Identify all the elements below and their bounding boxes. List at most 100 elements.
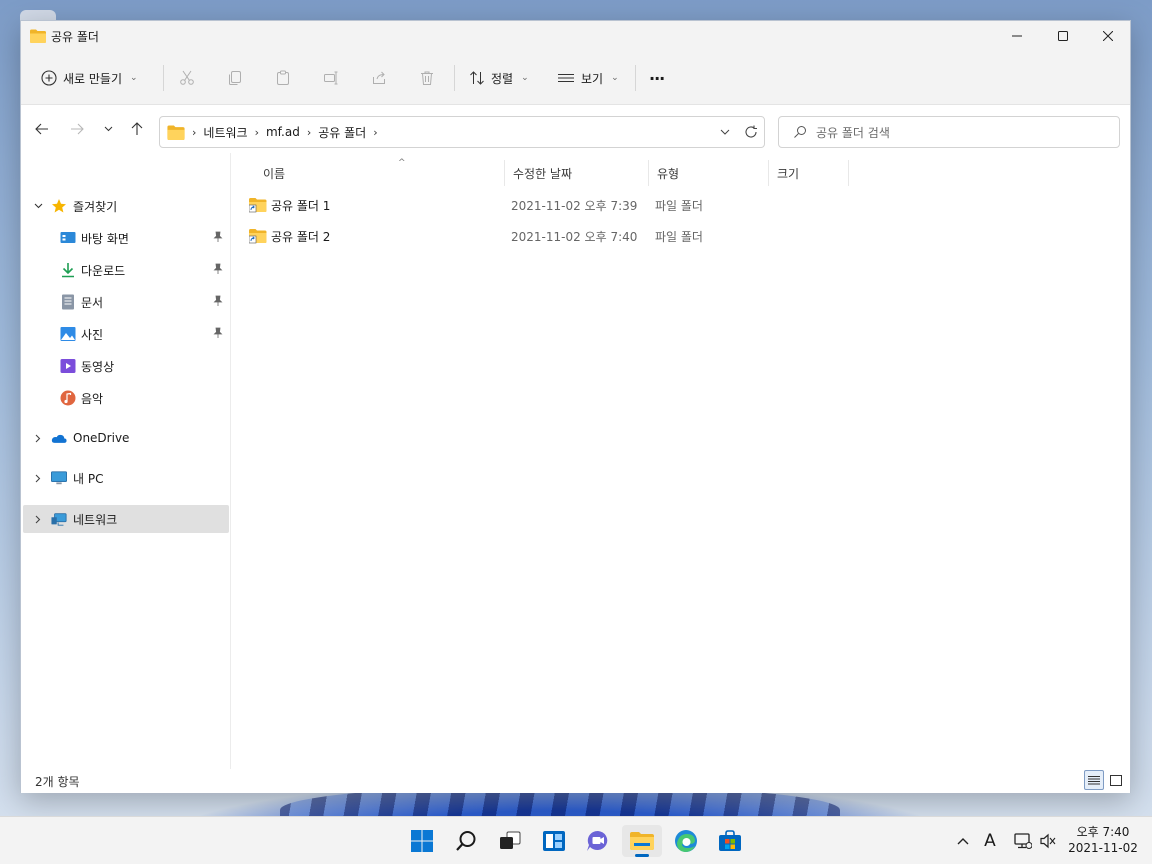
shared-folder-shortcut-icon — [249, 198, 267, 213]
pin-icon[interactable] — [212, 295, 224, 307]
column-size-label: 크기 — [777, 166, 800, 181]
nav-item-music[interactable]: 음악 — [23, 384, 229, 412]
minimize-button[interactable] — [994, 21, 1040, 51]
nav-label: 문서 — [81, 295, 104, 310]
column-header-name[interactable]: 이름 ^ — [255, 158, 505, 186]
forward-button[interactable] — [66, 118, 88, 140]
edge-button[interactable] — [666, 825, 706, 857]
system-clock[interactable]: 오후 7:40 2021-11-02 — [1063, 824, 1143, 856]
computer-icon — [51, 470, 67, 486]
recent-locations-button[interactable] — [97, 118, 119, 140]
column-header-size[interactable]: 크기 — [769, 160, 849, 186]
nav-label: 사진 — [81, 327, 104, 342]
file-list: 이름 ^ 수정한 날짜 유형 크기 공유 폴더 1 2021-11-02 오후 … — [232, 153, 1130, 769]
search-button[interactable] — [446, 825, 486, 857]
new-button[interactable]: 새로 만들기 ⌄ — [41, 63, 138, 93]
show-hidden-icons-button[interactable] — [954, 831, 972, 851]
file-type: 파일 폴더 — [655, 229, 703, 244]
speaker-muted-icon — [1040, 833, 1056, 849]
address-row: › 네트워크 › mf.ad › 공유 폴더 › 공유 폴더 검색 — [21, 105, 1130, 153]
breadcrumb-server[interactable]: mf.ad — [266, 125, 300, 139]
pin-icon[interactable] — [212, 263, 224, 275]
nav-label: 다운로드 — [81, 263, 126, 278]
maximize-button[interactable] — [1040, 21, 1086, 51]
title-bar: 공유 폴더 — [21, 21, 1130, 51]
up-button[interactable] — [126, 118, 148, 140]
close-button[interactable] — [1085, 21, 1131, 51]
file-explorer-taskbar-button[interactable] — [622, 825, 662, 857]
breadcrumb-shared-folder[interactable]: 공유 폴더 — [318, 124, 366, 141]
chevron-down-icon — [104, 126, 112, 132]
file-type: 파일 폴더 — [655, 198, 703, 213]
share-button[interactable] — [364, 63, 394, 93]
nav-item-onedrive[interactable]: OneDrive — [23, 424, 229, 452]
status-bar: 2개 항목 — [21, 769, 1130, 793]
toolbar-divider — [163, 65, 164, 91]
teams-chat-icon — [587, 830, 608, 851]
pin-icon[interactable] — [212, 327, 224, 339]
nav-item-desktop[interactable]: 바탕 화면 — [23, 224, 229, 252]
file-modified: 2021-11-02 오후 7:39 — [511, 198, 638, 213]
file-name: 공유 폴더 2 — [271, 229, 331, 244]
nav-label: 내 PC — [73, 471, 104, 486]
more-options-button[interactable]: ··· — [649, 63, 665, 93]
active-app-indicator — [635, 854, 649, 857]
chevron-down-icon[interactable] — [32, 192, 44, 220]
table-row[interactable]: 공유 폴더 2 2021-11-02 오후 7:40 파일 폴더 — [249, 224, 869, 248]
refresh-icon[interactable] — [744, 125, 758, 139]
nav-item-videos[interactable]: 동영상 — [23, 352, 229, 380]
search-icon — [794, 126, 806, 138]
back-button[interactable] — [31, 118, 53, 140]
nav-quick-access[interactable]: 즐겨찾기 — [23, 192, 229, 220]
chevron-right-icon: › — [192, 125, 197, 139]
arrow-right-icon — [71, 123, 84, 135]
sort-ascending-icon: ^ — [398, 158, 406, 168]
volume-button[interactable] — [1038, 831, 1058, 851]
search-box[interactable]: 공유 폴더 검색 — [778, 116, 1120, 148]
window-title: 공유 폴더 — [51, 29, 99, 44]
input-language-indicator[interactable]: A — [980, 831, 1000, 851]
clock-date: 2021-11-02 — [1068, 841, 1138, 855]
nav-item-this-pc[interactable]: 내 PC — [23, 464, 229, 492]
address-bar[interactable]: › 네트워크 › mf.ad › 공유 폴더 › — [159, 116, 765, 148]
store-button[interactable] — [710, 825, 750, 857]
paste-button[interactable] — [268, 63, 298, 93]
task-view-button[interactable] — [490, 825, 530, 857]
view-button[interactable]: 보기 ⌄ — [557, 63, 619, 93]
toolbar-divider — [635, 65, 636, 91]
column-header-modified[interactable]: 수정한 날짜 — [505, 160, 649, 186]
table-row[interactable]: 공유 폴더 1 2021-11-02 오후 7:39 파일 폴더 — [249, 193, 869, 217]
nav-item-pictures[interactable]: 사진 — [23, 320, 229, 348]
nav-label: 즐겨찾기 — [73, 199, 118, 214]
nav-item-network[interactable]: 네트워크 — [23, 505, 229, 533]
trash-icon — [421, 71, 433, 85]
details-view-button[interactable] — [1084, 770, 1104, 790]
column-header-type[interactable]: 유형 — [649, 160, 769, 186]
arrow-left-icon — [35, 123, 48, 135]
network-status-button[interactable] — [1011, 831, 1033, 851]
breadcrumb-network[interactable]: 네트워크 — [203, 124, 247, 141]
view-list-icon — [558, 74, 574, 82]
chevron-right-icon[interactable] — [32, 505, 44, 533]
delete-button[interactable] — [412, 63, 442, 93]
sort-button[interactable]: 정렬 ⌄ — [469, 63, 529, 93]
share-icon — [373, 71, 385, 84]
cut-button[interactable] — [172, 63, 202, 93]
chevron-right-icon[interactable] — [32, 464, 44, 492]
network-icon — [51, 511, 67, 527]
pin-icon[interactable] — [212, 231, 224, 243]
nav-item-documents[interactable]: 문서 — [23, 288, 229, 316]
start-button[interactable] — [402, 825, 442, 857]
chat-button[interactable] — [578, 825, 618, 857]
input-mode-label: A — [984, 831, 996, 851]
nav-item-downloads[interactable]: 다운로드 — [23, 256, 229, 284]
address-history-chevron-icon[interactable] — [720, 129, 730, 135]
chevron-up-icon — [957, 838, 969, 845]
widgets-button[interactable] — [534, 825, 574, 857]
copy-button[interactable] — [220, 63, 250, 93]
rename-button[interactable] — [316, 63, 346, 93]
large-icons-view-button[interactable] — [1106, 770, 1126, 790]
nav-label: 바탕 화면 — [81, 231, 129, 246]
shared-folder-shortcut-icon — [249, 229, 267, 244]
chevron-right-icon[interactable] — [32, 424, 44, 452]
